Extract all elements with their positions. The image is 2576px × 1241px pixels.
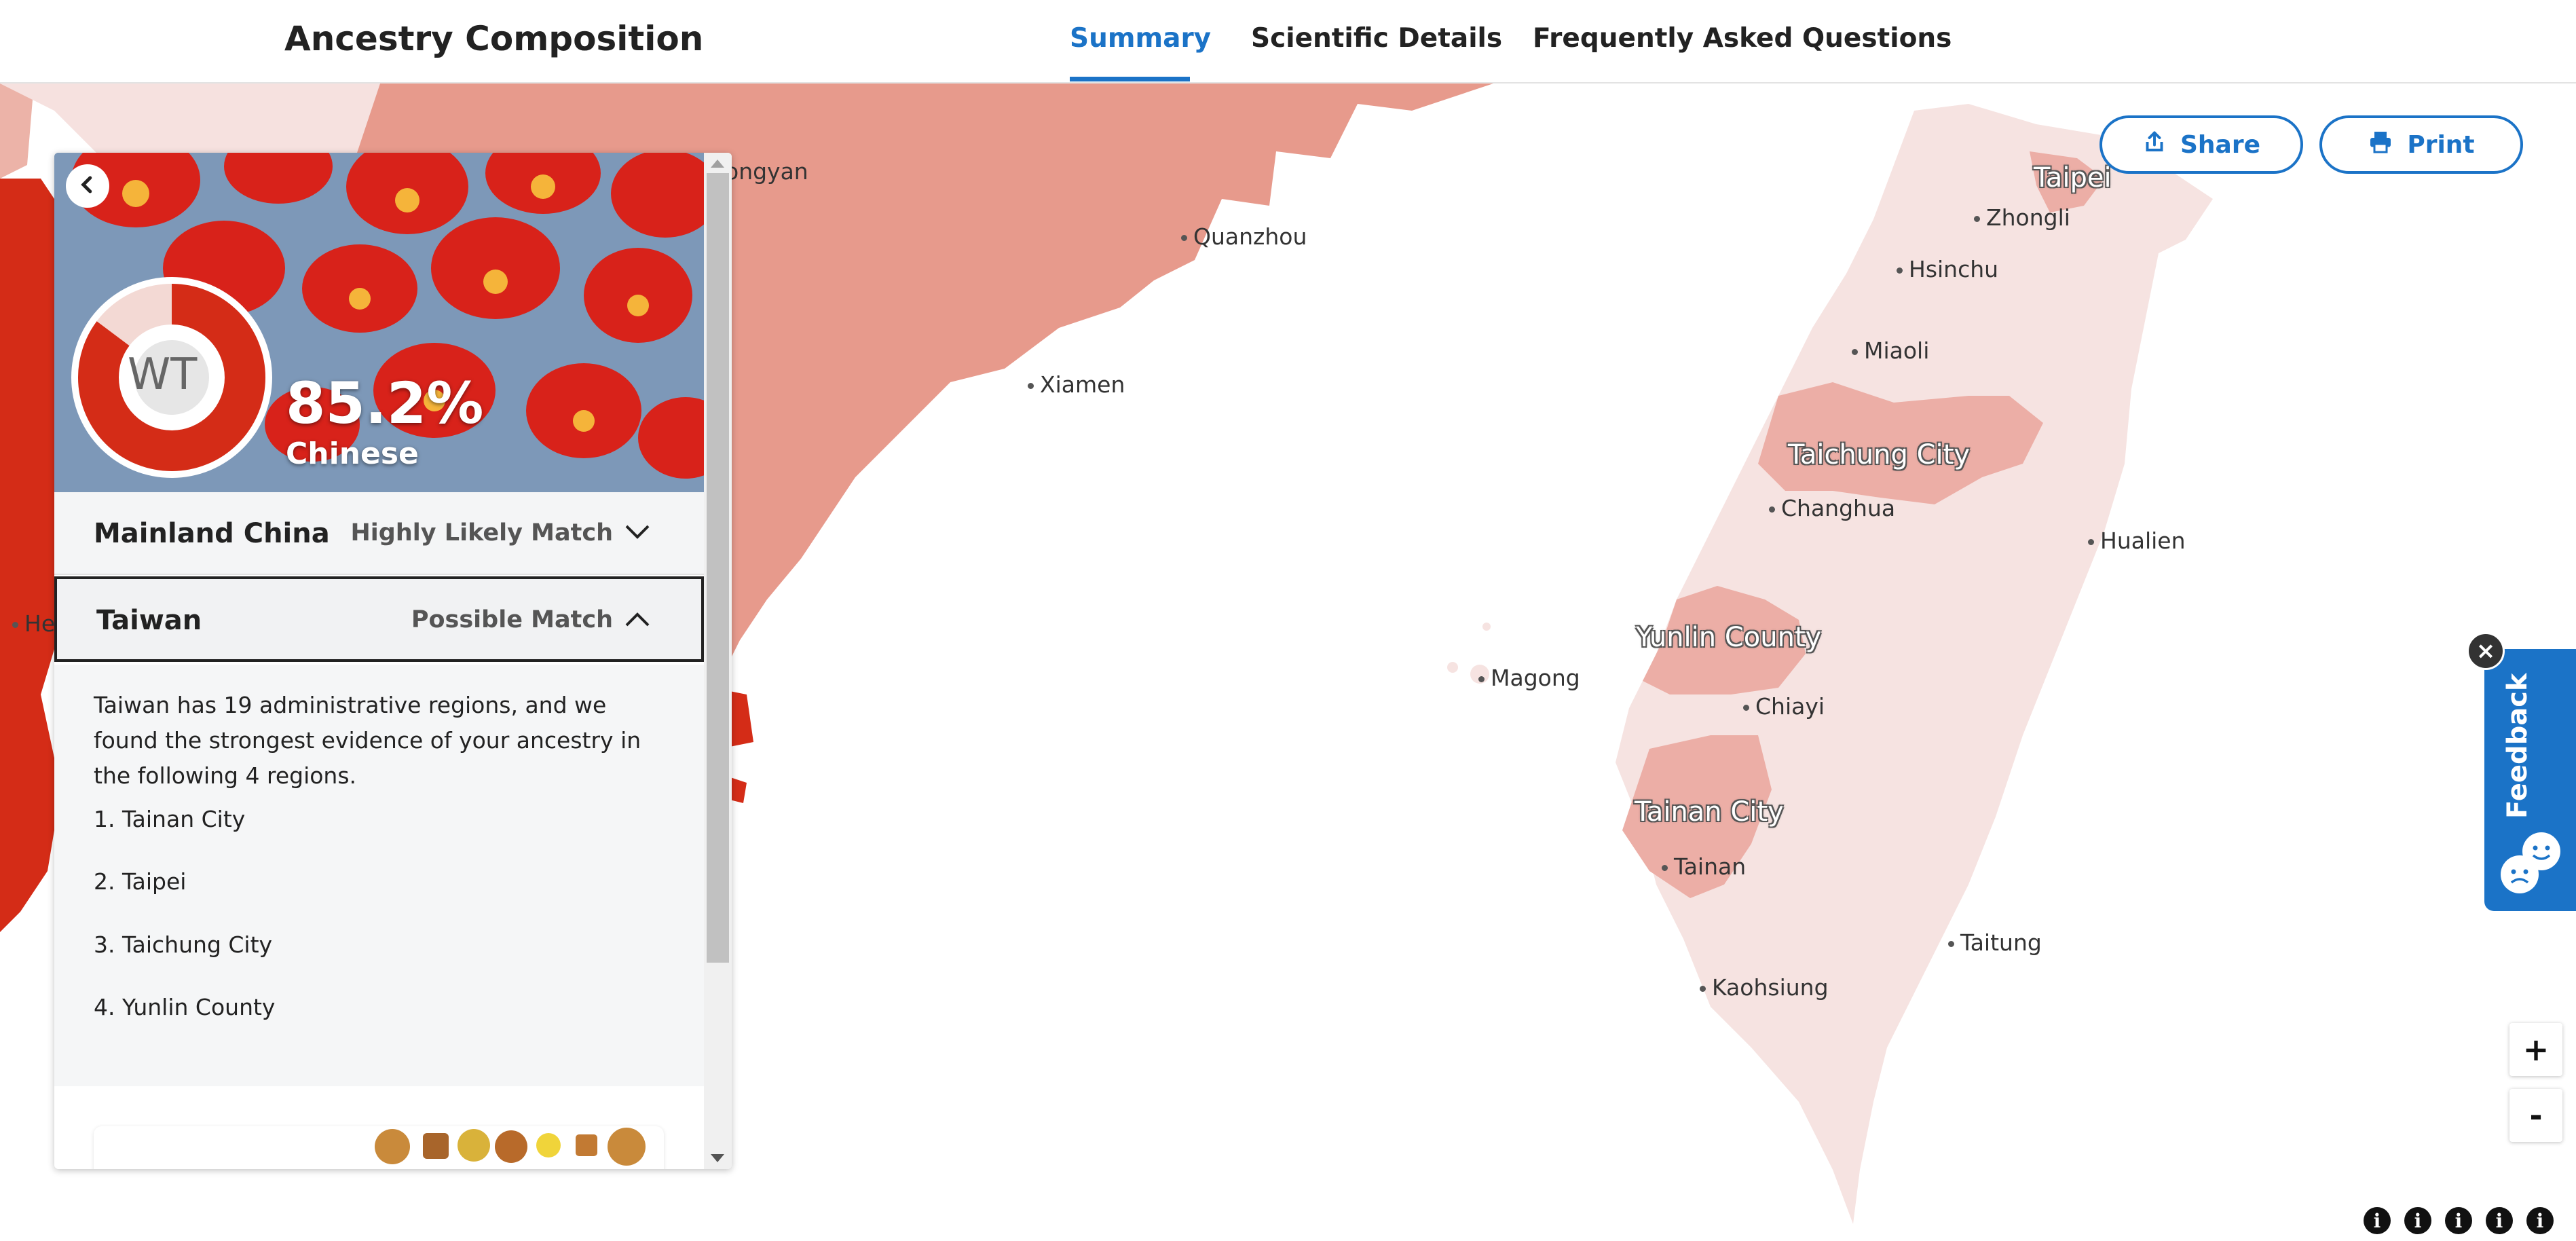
city-label: Zhongli <box>1974 204 2070 231</box>
print-label: Print <box>2407 130 2475 159</box>
ancestry-detail-panel: WT 85.2% Chinese Mainland China Highly L… <box>54 153 732 1169</box>
info-icon[interactable]: i <box>2445 1207 2472 1234</box>
plus-icon: + <box>2522 1031 2550 1068</box>
city-label: Hsinchu <box>1896 256 1999 282</box>
info-icon[interactable]: i <box>2486 1207 2513 1234</box>
scroll-up-arrow[interactable] <box>711 160 724 168</box>
top-nav: Ancestry Composition Summary Scientific … <box>0 0 2576 84</box>
info-icon[interactable]: i <box>2404 1207 2431 1234</box>
match-label: Highly Likely Match <box>350 519 613 547</box>
minus-icon: - <box>2529 1097 2543 1134</box>
avatar: WT <box>128 350 198 400</box>
city-label: Hualien <box>2088 527 2186 554</box>
city-label: He <box>12 610 56 637</box>
mooncakes-image <box>375 1128 646 1166</box>
zoom-out-button[interactable]: - <box>2509 1089 2562 1142</box>
region-label-yunlin[interactable]: Yunlin County <box>1636 622 1821 653</box>
print-icon <box>2368 130 2393 160</box>
back-button[interactable] <box>66 164 109 208</box>
share-button[interactable]: Share <box>2099 115 2303 174</box>
feedback-label: Feedback <box>2502 673 2533 819</box>
city-label: Kaohsiung <box>1700 974 1829 1001</box>
chevron-up-icon <box>624 609 651 632</box>
region-name: Mainland China <box>94 518 330 549</box>
tab-summary[interactable]: Summary <box>1070 23 1211 54</box>
list-item: 3. Taichung City <box>94 931 273 958</box>
info-icon[interactable]: i <box>2364 1207 2391 1234</box>
scroll-down-arrow[interactable] <box>711 1154 724 1162</box>
chevron-left-icon <box>77 174 98 198</box>
map-attribution: i i i i i <box>2364 1207 2554 1234</box>
region-label-tainan[interactable]: Tainan City <box>1635 796 1784 828</box>
chevron-down-icon <box>624 522 651 545</box>
city-label: Taitung <box>1948 929 2042 956</box>
match-label: Possible Match <box>411 606 613 633</box>
region-name: Taiwan <box>96 605 202 636</box>
food-card[interactable] <box>94 1126 664 1169</box>
ancestry-percentage: 85.2% <box>286 370 484 437</box>
active-tab-indicator <box>1070 77 1190 81</box>
feedback-tab[interactable]: Feedback <box>2484 649 2576 911</box>
close-icon: × <box>2476 637 2496 665</box>
region-row-mainland-china[interactable]: Mainland China Highly Likely Match <box>54 492 704 575</box>
share-label: Share <box>2180 130 2261 159</box>
population-name: Chinese <box>286 437 419 471</box>
city-label: ongyan <box>713 158 808 185</box>
city-label: Tainan <box>1661 853 1747 880</box>
panel-scrollbar[interactable] <box>704 153 732 1169</box>
taiwan-detail: Taiwan has 19 administrative regions, an… <box>54 665 704 1086</box>
smiley-icon <box>2501 832 2560 893</box>
zoom-in-button[interactable]: + <box>2509 1023 2562 1076</box>
region-description: Taiwan has 19 administrative regions, an… <box>94 692 641 789</box>
city-label: Magong <box>1478 665 1580 691</box>
region-row-taiwan[interactable]: Taiwan Possible Match <box>54 576 704 662</box>
city-label: Chiayi <box>1742 693 1825 720</box>
city-label: Changhua <box>1768 495 1896 521</box>
list-item: 4. Yunlin County <box>94 994 276 1020</box>
page-title: Ancestry Composition <box>284 19 704 58</box>
region-label-taipei[interactable]: Taipei <box>2034 162 2112 193</box>
share-icon <box>2142 130 2167 160</box>
city-label: Xiamen <box>1027 371 1125 398</box>
info-icon[interactable]: i <box>2526 1207 2554 1234</box>
hero-image: WT 85.2% Chinese <box>54 153 704 492</box>
city-label: Miaoli <box>1851 337 1930 364</box>
list-item: 2. Taipei <box>94 868 187 895</box>
region-label-taichung[interactable]: Taichung City <box>1788 439 1970 470</box>
city-label: Quanzhou <box>1180 223 1307 250</box>
tab-faq[interactable]: Frequently Asked Questions <box>1533 23 1952 54</box>
scroll-thumb[interactable] <box>707 173 729 963</box>
print-button[interactable]: Print <box>2319 115 2523 174</box>
list-item: 1. Tainan City <box>94 806 246 832</box>
tab-scientific-details[interactable]: Scientific Details <box>1251 23 1502 54</box>
feedback-close-button[interactable]: × <box>2467 632 2505 670</box>
